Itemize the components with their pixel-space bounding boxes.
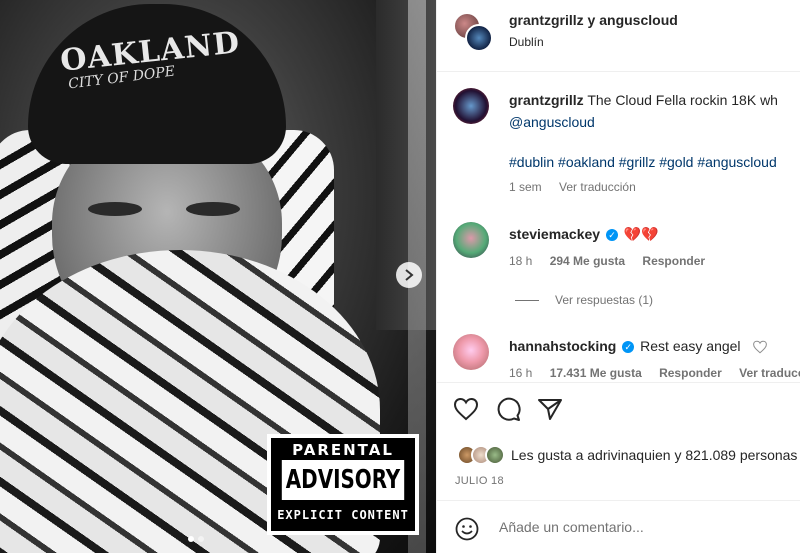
post-actions: Les gusta a adrivinaquien y 821.089 pers…: [437, 382, 800, 492]
comment-input[interactable]: [499, 515, 779, 539]
reply-button[interactable]: Responder: [659, 366, 722, 380]
comment-likes[interactable]: 17.431 Me gusta: [550, 366, 642, 380]
comment-icon[interactable]: [495, 397, 521, 423]
share-icon[interactable]: [537, 397, 563, 421]
reply-button[interactable]: Responder: [642, 254, 705, 268]
caption-hashtags[interactable]: #dublin #oakland #grillz #gold #angusclo…: [509, 154, 777, 170]
verified-icon: ✓: [605, 229, 618, 242]
advisory-line-2: ADVISORY: [281, 460, 405, 500]
advisory-line-1: PARENTAL: [292, 441, 394, 459]
comment-meta: 16 h 17.431 Me gusta Responder Ver tradu…: [509, 366, 800, 380]
comment-time[interactable]: 16 h: [509, 366, 532, 380]
parental-advisory-label: PARENTAL ADVISORY EXPLICIT CONTENT: [267, 434, 419, 535]
comment-meta: 18 h 294 Me gusta Responder: [509, 254, 719, 268]
comments-list[interactable]: grantzgrillz The Cloud Fella rockin 18K …: [437, 72, 800, 382]
translate-link[interactable]: Ver traducción: [739, 366, 800, 380]
avatar[interactable]: [453, 88, 489, 124]
comment-line: hannahstocking ✓ Rest easy angel: [509, 338, 768, 354]
caption-meta: 1 sem Ver traducción: [509, 180, 650, 194]
emoji-icon[interactable]: [455, 517, 479, 541]
author-avatars[interactable]: [453, 12, 493, 52]
comment-username[interactable]: steviemackey: [509, 226, 600, 242]
comment-username[interactable]: hannahstocking: [509, 338, 616, 354]
carousel-dot: [198, 536, 204, 542]
translate-link[interactable]: Ver traducción: [559, 180, 636, 194]
caption-text: The Cloud Fella rockin 18K wh: [587, 92, 778, 108]
heart-icon[interactable]: [453, 397, 479, 421]
post-date: JULIO 18: [455, 475, 504, 487]
caption-username[interactable]: grantzgrillz: [509, 92, 584, 108]
avatar[interactable]: [453, 334, 489, 370]
caption-mention[interactable]: @anguscloud: [509, 114, 595, 130]
view-replies-label[interactable]: Ver respuestas (1): [555, 293, 653, 307]
view-replies[interactable]: Ver respuestas (1): [509, 293, 653, 307]
carousel-dot: [188, 536, 194, 542]
post-photo[interactable]: OAKLAND CITY OF DOPE PARENTAL ADVISORY E…: [0, 0, 436, 553]
next-photo-button[interactable]: [396, 262, 422, 288]
like-comment-icon[interactable]: [752, 340, 768, 354]
comment-time[interactable]: 18 h: [509, 254, 532, 268]
avatar: [485, 445, 505, 465]
comment-likes[interactable]: 294 Me gusta: [550, 254, 625, 268]
likes-text[interactable]: Les gusta a adrivinaquien y 821.089 pers…: [511, 447, 800, 463]
post-panel: grantzgrillz y anguscloud Dublín grantzg…: [436, 0, 800, 553]
comment-text: Rest easy angel: [640, 338, 741, 354]
advisory-line-3: EXPLICIT CONTENT: [277, 508, 409, 522]
author-names[interactable]: grantzgrillz y anguscloud: [509, 12, 678, 28]
action-icons: [453, 397, 563, 423]
right-eye: [186, 202, 240, 216]
caption-line: grantzgrillz The Cloud Fella rockin 18K …: [509, 92, 778, 108]
replies-line: [515, 299, 539, 301]
post-header: grantzgrillz y anguscloud Dublín: [437, 0, 800, 72]
verified-icon: ✓: [622, 341, 635, 354]
likes-summary[interactable]: Les gusta a adrivinaquien y 821.089 pers…: [457, 445, 800, 465]
chevron-right-icon: [405, 269, 414, 281]
caption-time[interactable]: 1 sem: [509, 180, 542, 194]
location-link[interactable]: Dublín: [509, 35, 544, 49]
avatar[interactable]: [465, 24, 493, 52]
comment-line: steviemackey ✓ 💔💔: [509, 226, 659, 243]
carousel-dots: [188, 536, 204, 542]
avatar[interactable]: [453, 222, 489, 258]
comment-text: 💔💔: [623, 226, 659, 242]
add-comment-bar: [437, 500, 800, 553]
left-eye: [88, 202, 142, 216]
